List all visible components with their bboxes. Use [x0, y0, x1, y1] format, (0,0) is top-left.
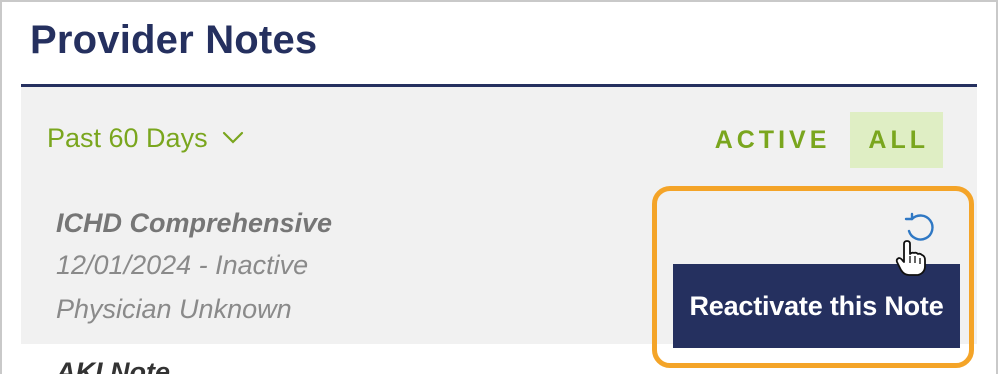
note-title: AKI Note [56, 357, 170, 374]
tab-all[interactable]: ALL [850, 112, 943, 168]
page-title: Provider Notes [30, 18, 318, 62]
note-date-status: 12/01/2024 - Inactive [56, 250, 309, 280]
tab-active[interactable]: ACTIVE [697, 112, 851, 168]
hand-pointer-icon [894, 240, 928, 276]
chevron-down-icon [222, 127, 244, 149]
date-range-label: Past 60 Days [47, 123, 208, 153]
status-filter-tabs: ACTIVE ALL [697, 112, 943, 168]
date-range-dropdown[interactable]: Past 60 Days [47, 122, 244, 154]
note-physician: Physician Unknown [56, 294, 292, 324]
reactivate-tooltip: Reactivate this Note [673, 264, 960, 348]
note-title: ICHD Comprehensive [56, 208, 333, 238]
list-item[interactable]: ICHD Comprehensive 12/01/2024 - Inactive… [56, 204, 332, 332]
